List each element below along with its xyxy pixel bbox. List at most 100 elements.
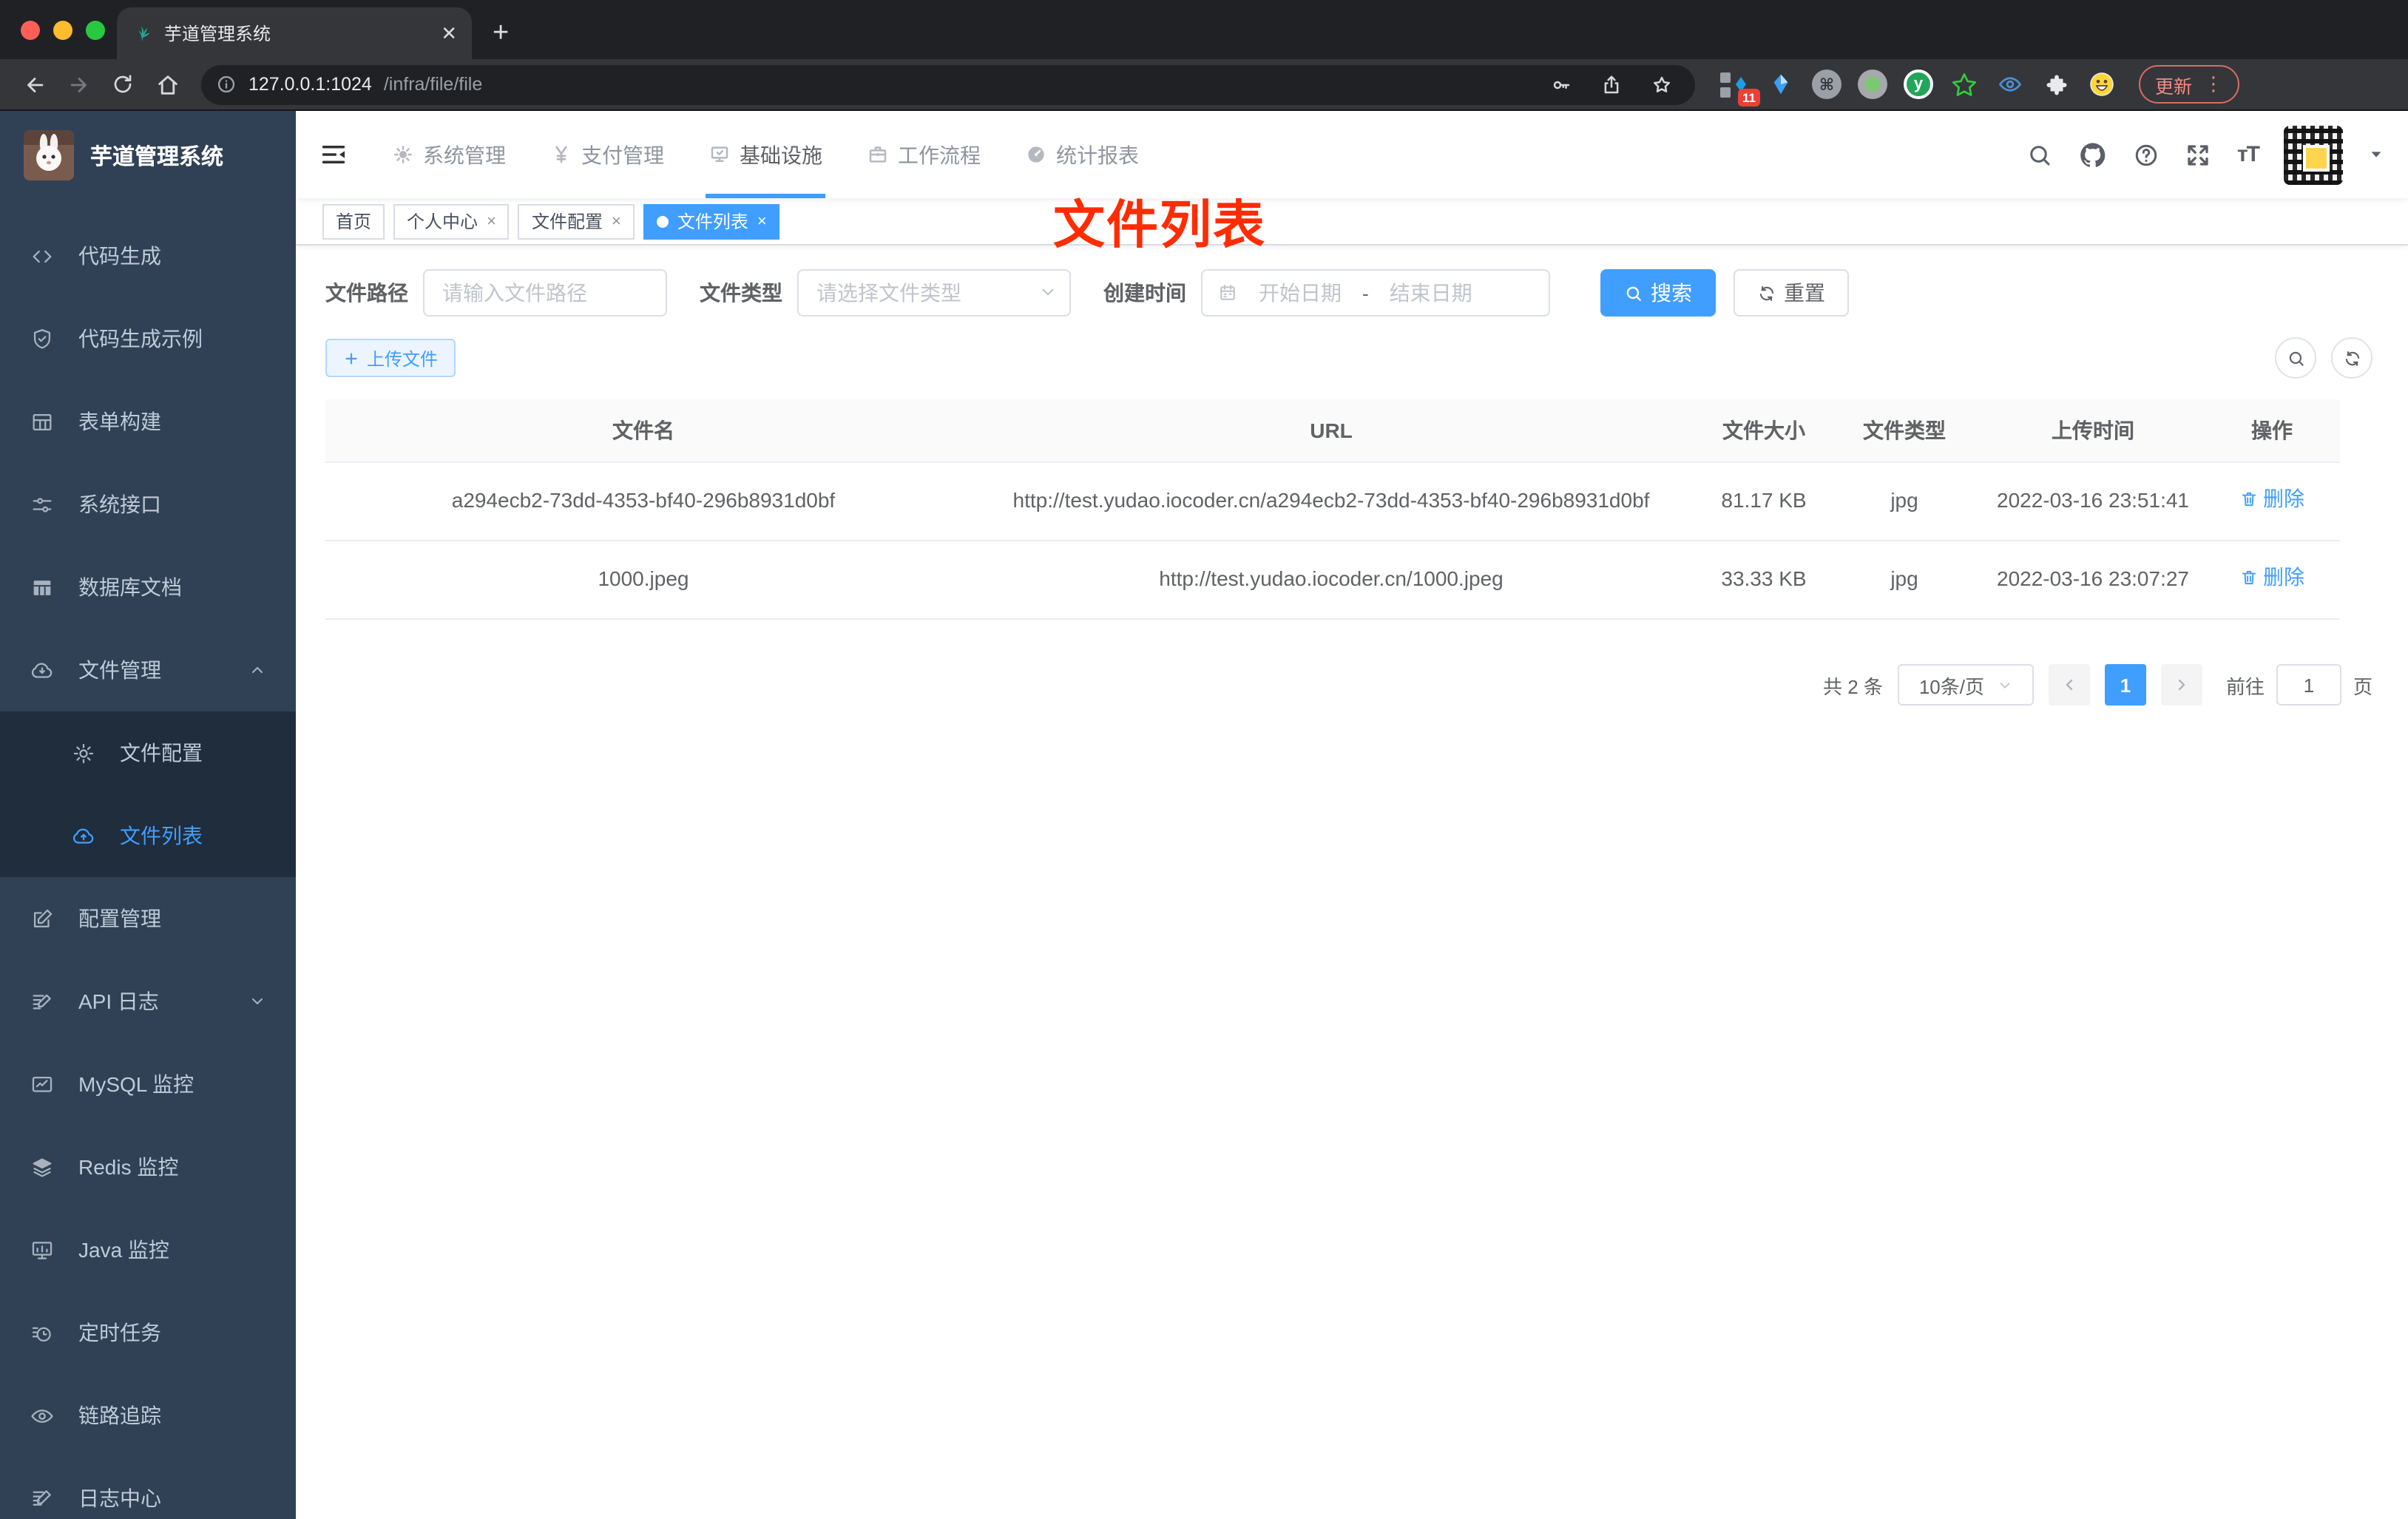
db-table-icon: [33, 580, 51, 595]
eye-extension-icon[interactable]: [1994, 68, 2026, 101]
close-window-button[interactable]: [21, 21, 40, 40]
col-header-actions: 操作: [2204, 399, 2340, 463]
page-content: 文件路径 文件类型 创建时间 -: [296, 246, 2408, 1519]
file-path-input[interactable]: [423, 269, 667, 317]
sidebar-item-redis-monitor[interactable]: Redis 监控: [0, 1126, 296, 1208]
sidebar-item-java-monitor[interactable]: Java 监控: [0, 1208, 296, 1291]
sidebar-item-label: 数据库文档: [78, 575, 182, 599]
end-date-input[interactable]: [1377, 281, 1484, 305]
sidebar-item-api-log[interactable]: API 日志: [0, 960, 296, 1043]
font-size-icon[interactable]: тT: [2237, 142, 2260, 167]
delete-button[interactable]: 删除: [2239, 562, 2304, 594]
reset-button[interactable]: 重置: [1734, 269, 1849, 317]
delete-button[interactable]: 删除: [2239, 484, 2304, 515]
fullscreen-icon[interactable]: [2185, 141, 2212, 168]
refresh-table-button[interactable]: [2331, 337, 2373, 379]
browser-menu-icon[interactable]: ⋮: [2204, 72, 2223, 96]
sidebar-item-file-management[interactable]: 文件管理: [0, 629, 296, 711]
tag-profile[interactable]: 个人中心 ×: [393, 203, 510, 239]
site-info-icon[interactable]: [216, 74, 237, 95]
tab-close-icon[interactable]: ✕: [441, 21, 457, 45]
kite-extension-icon[interactable]: [1765, 68, 1797, 101]
date-range-picker[interactable]: -: [1201, 269, 1550, 317]
pagination-total: 共 2 条: [1823, 675, 1883, 698]
app-title: 芋道管理系统: [90, 144, 224, 169]
tag-label: 首页: [336, 212, 372, 232]
toggle-search-button[interactable]: [2275, 337, 2316, 379]
col-header-filename: 文件名: [325, 399, 961, 463]
sidebar-item-system-api[interactable]: 系统接口: [0, 463, 296, 546]
sidebar-item-tracing[interactable]: 链路追踪: [0, 1374, 296, 1457]
sidebar-item-log-center[interactable]: 日志中心: [0, 1457, 296, 1519]
sidebar-item-form-builder[interactable]: 表单构建: [0, 380, 296, 463]
tag-close-icon[interactable]: ×: [612, 212, 621, 230]
next-page-button[interactable]: [2160, 664, 2202, 706]
sidebar-collapse-button[interactable]: [319, 141, 348, 169]
sidebar-item-code-gen[interactable]: 代码生成: [0, 214, 296, 297]
sidebar-item-code-gen-demo[interactable]: 代码生成示例: [0, 297, 296, 380]
sidebar-item-db-doc[interactable]: 数据库文档: [0, 546, 296, 629]
new-tab-button[interactable]: +: [493, 18, 509, 50]
prev-page-button[interactable]: [2048, 664, 2090, 706]
goto-page-input[interactable]: [2276, 664, 2341, 706]
sidebar-item-scheduled-tasks[interactable]: 定时任务: [0, 1291, 296, 1374]
puzzle-extension-icon[interactable]: [2040, 68, 2072, 101]
star-extension-icon[interactable]: [1948, 68, 1981, 101]
help-icon[interactable]: [2134, 141, 2160, 168]
tag-file-config[interactable]: 文件配置 ×: [518, 203, 635, 239]
dot-extension-icon[interactable]: [1856, 68, 1889, 101]
password-key-icon[interactable]: [1541, 65, 1580, 104]
file-type-select[interactable]: [797, 269, 1071, 317]
tag-close-icon[interactable]: ×: [487, 212, 496, 230]
tag-close-icon[interactable]: ×: [757, 212, 767, 230]
cell-type: jpg: [1827, 541, 1982, 620]
active-tag-dot: [656, 215, 669, 227]
sidebar-item-file-list[interactable]: 文件列表: [0, 794, 296, 877]
tag-file-list[interactable]: 文件列表 ×: [643, 203, 780, 239]
share-icon[interactable]: [1592, 65, 1630, 104]
sidebar-item-file-config[interactable]: 文件配置: [0, 711, 296, 794]
update-label: 更新: [2155, 76, 2193, 97]
browser-tab[interactable]: 芋道管理系统 ✕: [117, 7, 472, 59]
search-button[interactable]: 搜索: [1600, 269, 1716, 317]
table-toolbar: 上传文件: [325, 337, 2373, 379]
cell-size: 33.33 KB: [1701, 541, 1827, 620]
sidebar-item-label: 代码生成示例: [78, 327, 203, 351]
forward-button[interactable]: [59, 65, 98, 104]
sidebar-item-config-management[interactable]: 配置管理: [0, 877, 296, 960]
upload-file-button[interactable]: 上传文件: [325, 339, 456, 377]
sidebar-item-mysql-monitor[interactable]: MySQL 监控: [0, 1043, 296, 1126]
delete-label: 删除: [2263, 487, 2304, 510]
edit-square-icon: [33, 908, 53, 927]
github-icon[interactable]: [2079, 140, 2108, 169]
pinned-extension-icon[interactable]: 11: [1719, 68, 1760, 106]
home-button[interactable]: [148, 65, 186, 104]
profile-avatar-emoji[interactable]: [2086, 68, 2118, 101]
sidebar-item-label: 文件列表: [120, 824, 203, 848]
avatar-caret-icon[interactable]: [2368, 146, 2384, 163]
address-bar[interactable]: 127.0.0.1:1024/infra/file/file: [201, 64, 1695, 104]
page-size-select[interactable]: 10条/页: [1897, 664, 2034, 706]
minimize-window-button[interactable]: [53, 21, 72, 40]
header-search-icon[interactable]: [2027, 141, 2054, 168]
avatar-qr[interactable]: [2284, 125, 2343, 184]
nav-item-system[interactable]: 系统管理: [380, 111, 518, 198]
y-extension-icon[interactable]: y: [1902, 68, 1935, 101]
search-button-label: 搜索: [1651, 281, 1692, 305]
app-logo-rabbit: [24, 130, 74, 180]
reload-button[interactable]: [104, 65, 142, 104]
command-extension-icon[interactable]: ⌘: [1810, 68, 1843, 101]
nav-item-infrastructure[interactable]: 基础设施: [697, 111, 834, 198]
nav-item-payment[interactable]: 支付管理: [538, 111, 676, 198]
page-number-active[interactable]: 1: [2104, 664, 2146, 706]
app-logo-row[interactable]: 芋道管理系统: [0, 111, 296, 200]
bookmark-star-icon[interactable]: [1642, 65, 1680, 104]
start-date-input[interactable]: [1247, 281, 1353, 305]
pagination: 共 2 条 10条/页 1 前往 页: [325, 664, 2373, 706]
back-button[interactable]: [15, 65, 53, 104]
nav-item-workflow[interactable]: 工作流程: [855, 111, 992, 198]
browser-update-button[interactable]: 更新 ⋮: [2139, 65, 2240, 104]
sidebar-item-label: 文件管理: [78, 658, 161, 682]
zoom-window-button[interactable]: [86, 21, 105, 40]
tag-home[interactable]: 首页: [322, 203, 385, 239]
